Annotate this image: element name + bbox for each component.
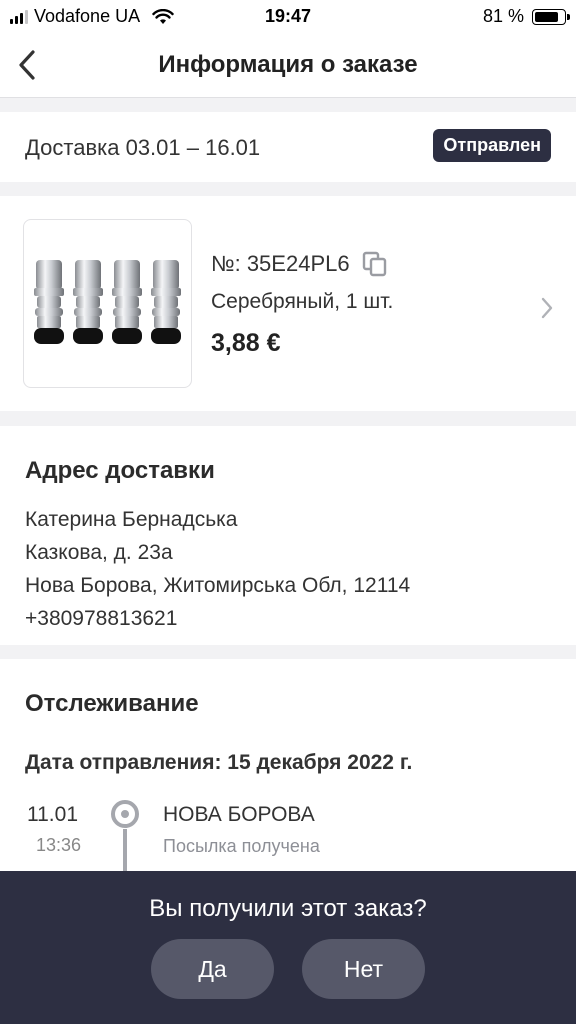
status-right: 81 %	[482, 6, 570, 27]
ship-date: Дата отправления: 15 декабря 2022 г.	[25, 751, 413, 774]
confirm-sheet: Вы получили этот заказ? Да Нет	[0, 871, 576, 1024]
nav-bar: Информация о заказе	[0, 32, 576, 98]
product-image	[23, 219, 192, 388]
street-line: Казкова, д. 23а	[25, 541, 173, 564]
confirm-question: Вы получили этот заказ?	[149, 895, 427, 922]
product-card[interactable]: №: 35E24PL6 Серебряный, 1 шт. 3,88 €	[0, 196, 576, 411]
battery-percent: 81 %	[482, 6, 524, 26]
chevron-right-icon	[541, 297, 553, 319]
product-number: №: 35E24PL6	[211, 251, 350, 276]
tracking-title: Отслеживание	[25, 690, 199, 717]
screen: Vodafone UA 19:47 81 % Информация о зака…	[0, 0, 576, 1024]
recipient-name: Катерина Бернадська	[25, 508, 238, 531]
address-title: Адрес доставки	[25, 457, 215, 484]
valve-caps-image	[34, 260, 181, 344]
address-card: Адрес доставки Катерина Бернадська Казко…	[0, 426, 576, 645]
timeline-dot-icon	[111, 800, 139, 828]
status-bar: Vodafone UA 19:47 81 %	[0, 0, 576, 32]
delivery-card: Доставка 03.01 – 16.01 Отправлен	[0, 112, 576, 182]
event-date: 11.01	[27, 803, 78, 826]
product-price: 3,88 €	[211, 329, 281, 357]
phone-line: +380978813621	[25, 607, 178, 630]
event-place: НОВА БОРОВА	[163, 803, 315, 826]
yes-button[interactable]: Да	[151, 939, 274, 999]
no-button[interactable]: Нет	[302, 939, 425, 999]
battery-icon	[532, 8, 570, 25]
status-badge: Отправлен	[433, 129, 551, 162]
product-number-row: №: 35E24PL6	[211, 251, 388, 277]
event-status: Посылка получена	[163, 836, 320, 856]
delivery-dates: Доставка 03.01 – 16.01	[25, 135, 261, 160]
page-title: Информация о заказе	[158, 51, 418, 78]
city-line: Нова Борова, Житомирська Обл, 12114	[25, 574, 411, 597]
product-variant: Серебряный, 1 шт.	[211, 290, 394, 313]
copy-icon[interactable]	[362, 251, 388, 277]
event-time: 13:36	[36, 835, 82, 855]
